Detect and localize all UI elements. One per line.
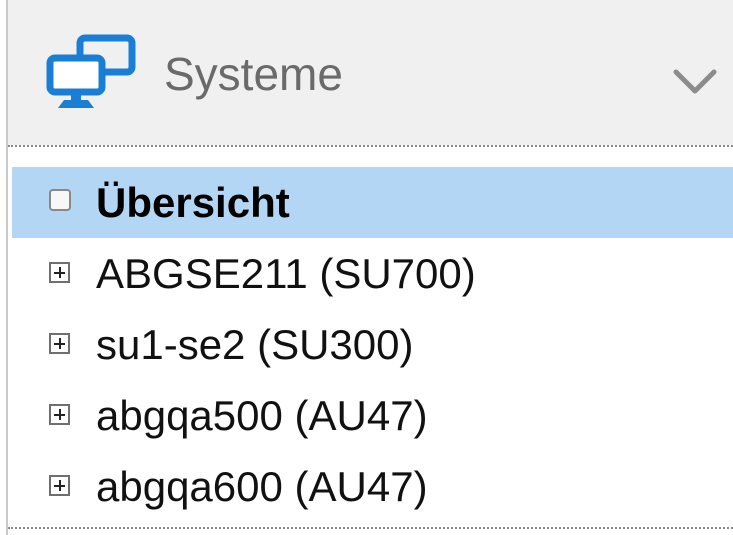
tree-item-abgqa500[interactable]: abgqa500 (AU47) bbox=[12, 380, 733, 451]
checkbox-icon[interactable] bbox=[49, 189, 71, 211]
systeme-header[interactable]: Systeme bbox=[8, 0, 733, 145]
expand-plus-icon[interactable] bbox=[49, 404, 70, 425]
monitors-icon bbox=[46, 34, 136, 108]
tree-item-overview[interactable]: Übersicht bbox=[12, 167, 733, 238]
tree-item-abgqa600[interactable]: abgqa600 (AU47) bbox=[12, 451, 733, 522]
tree-item-label: abgqa500 (AU47) bbox=[96, 392, 428, 439]
expand-plus-icon[interactable] bbox=[49, 262, 70, 283]
tree-item-abgse211[interactable]: ABGSE211 (SU700) bbox=[12, 238, 733, 309]
tree-item-label: Übersicht bbox=[96, 179, 290, 226]
header-title: Systeme bbox=[164, 48, 343, 100]
tree-item-label: su1-se2 (SU300) bbox=[96, 321, 414, 368]
header-divider bbox=[8, 145, 733, 147]
expand-plus-icon[interactable] bbox=[49, 475, 70, 496]
chevron-down-icon[interactable] bbox=[672, 58, 718, 104]
tree-item-label: abgqa600 (AU47) bbox=[96, 463, 428, 510]
tree-item-label: ABGSE211 (SU700) bbox=[96, 250, 476, 297]
system-tree: Übersicht ABGSE211 (SU700) su1-se2 (SU30… bbox=[12, 167, 733, 522]
systeme-panel: Systeme Übersicht ABGSE211 (SU700) su1-s… bbox=[0, 0, 733, 535]
expand-plus-icon[interactable] bbox=[49, 333, 70, 354]
tree-bottom-divider bbox=[8, 527, 733, 529]
tree-item-su1-se2[interactable]: su1-se2 (SU300) bbox=[12, 309, 733, 380]
